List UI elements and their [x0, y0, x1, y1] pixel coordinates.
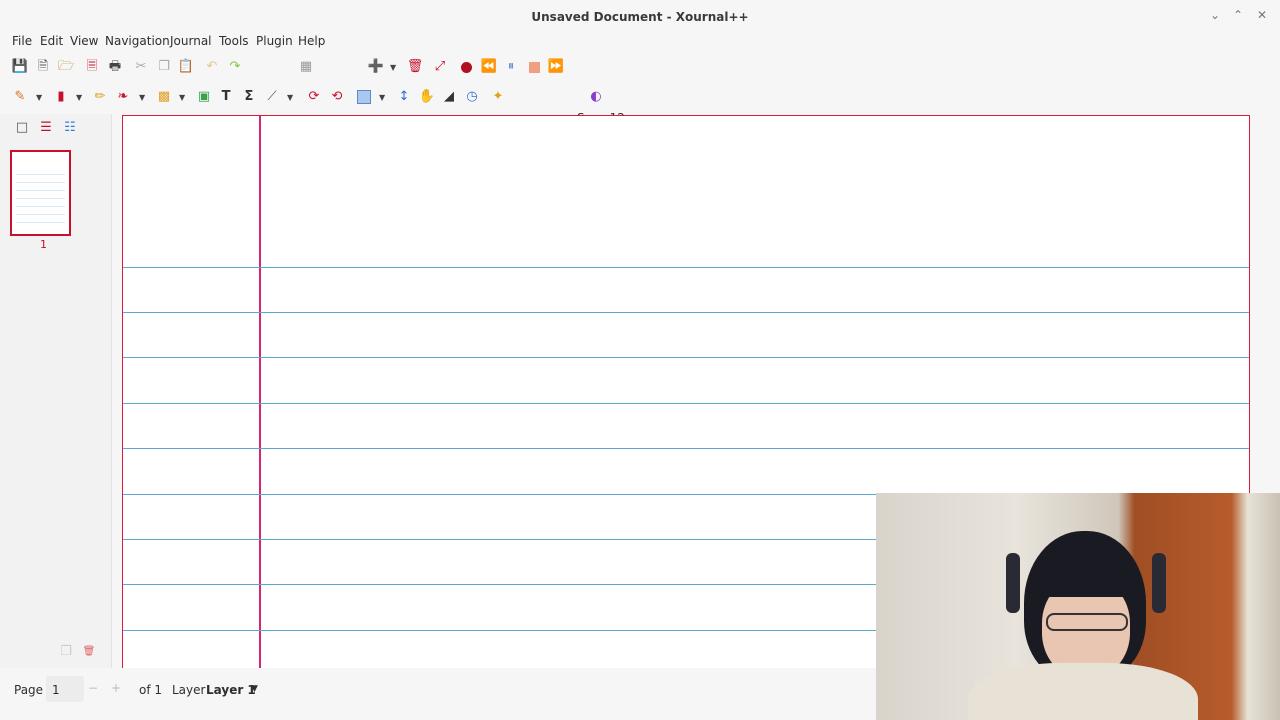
image-icon[interactable]: ▣	[196, 89, 212, 105]
layers-icon[interactable]: ☰	[38, 120, 54, 136]
page-label: Page	[14, 683, 44, 697]
eraser-icon[interactable]: ▮	[53, 89, 69, 105]
webcam-overlay	[876, 493, 1280, 720]
print-icon[interactable]: 🖶	[107, 59, 123, 75]
menu-navigation[interactable]: Navigation	[105, 34, 170, 48]
latex-icon[interactable]: Σ	[241, 89, 257, 105]
pause-icon[interactable]: ⏸	[503, 59, 519, 75]
stop-icon[interactable]	[526, 59, 542, 75]
menu-file[interactable]: File	[12, 34, 32, 48]
ruled-line	[123, 403, 1249, 404]
export-pdf-icon[interactable]: 🗏	[84, 59, 100, 75]
color-picker-icon[interactable]: ◐	[588, 89, 604, 105]
menu-tools[interactable]: Tools	[219, 34, 249, 48]
tools-toolbar: ✎ ▼ ▮ ▼ ✏ ❧ ▼ ▩ ▼ ▣ T Σ ⟋ ▼ ⟳ ⟲ ▼ ↕ ✋ ◢ …	[0, 82, 1280, 186]
ruled-line	[123, 312, 1249, 313]
add-page-dropdown-icon[interactable]: ▼	[390, 64, 398, 72]
menu-edit[interactable]: Edit	[40, 34, 63, 48]
shape-dropdown-icon[interactable]: ▼	[139, 94, 147, 102]
main-toolbar: 💾 🗎 🗁 🗏 🖶 ✂ ❐ 📋 ↶ ↷ ▦ ➕ ▼ 🗑 ⤢ ⏪ ⏸ ⏩ Sans…	[0, 52, 1280, 125]
rewind-icon[interactable]: ⏪	[481, 59, 497, 75]
ruled-line	[123, 357, 1249, 358]
page-copy-icon[interactable]: ❐	[58, 644, 74, 660]
page-count: of 1	[139, 683, 163, 697]
menu-view[interactable]: View	[70, 34, 98, 48]
vertical-space-icon[interactable]: ↕	[396, 89, 412, 105]
page-preview-icon[interactable]: □	[14, 120, 30, 136]
highlighter-icon[interactable]: ✏	[92, 89, 108, 105]
window-title: Unsaved Document - Xournal++	[531, 10, 749, 24]
page-delete-icon[interactable]: 🗑	[81, 644, 97, 660]
eraser-dropdown-icon[interactable]: ▼	[76, 94, 84, 102]
page-decrement-icon[interactable]: −	[88, 681, 98, 695]
delete-page-icon[interactable]: 🗑	[407, 59, 424, 75]
pen-icon[interactable]: ✎	[12, 89, 28, 105]
title-bar: Unsaved Document - Xournal++ ⌄ ⌃ ✕	[0, 0, 1280, 32]
hand-icon[interactable]: ✋	[419, 89, 435, 105]
glasses-icon	[1046, 613, 1128, 631]
person-shirt	[968, 663, 1198, 720]
shape-recognizer-icon[interactable]: ❧	[115, 89, 131, 105]
layer-label: Layer	[172, 683, 206, 697]
fullscreen-icon[interactable]: ⤢	[432, 59, 448, 75]
fit-page-icon[interactable]: ▦	[298, 59, 314, 75]
record-icon[interactable]	[458, 59, 474, 75]
rectangle-icon[interactable]	[356, 89, 372, 105]
fast-forward-icon[interactable]: ⏩	[548, 59, 564, 75]
setsquare-icon[interactable]: ◢	[441, 89, 457, 105]
redo-icon[interactable]: ↷	[227, 59, 243, 75]
maximize-icon[interactable]: ⌃	[1233, 8, 1243, 22]
page-number-value: 1	[52, 683, 60, 697]
cut-icon[interactable]: ✂	[133, 59, 149, 75]
ruler-dropdown-icon[interactable]: ▼	[287, 94, 295, 102]
save-icon[interactable]: 💾	[12, 59, 28, 75]
open-folder-icon[interactable]: 🗁	[58, 59, 74, 75]
pen-dropdown-icon[interactable]: ▼	[36, 94, 44, 102]
select-region-icon[interactable]: ▩	[156, 89, 172, 105]
select-dropdown-icon[interactable]: ▼	[179, 94, 187, 102]
layer-preview-icon[interactable]: ☷	[62, 120, 78, 136]
person-bangs	[1036, 563, 1136, 597]
rectangle-dropdown-icon[interactable]: ▼	[379, 94, 387, 102]
add-page-icon[interactable]: ➕	[368, 59, 384, 75]
undo-icon[interactable]: ↶	[204, 59, 220, 75]
close-icon[interactable]: ✕	[1257, 8, 1267, 22]
thumbnail-page-number: 1	[40, 238, 47, 251]
menu-help[interactable]: Help	[298, 34, 325, 48]
compass-icon[interactable]: ◷	[464, 89, 480, 105]
headphones-icon	[1006, 553, 1020, 613]
copy-icon[interactable]: ❐	[156, 59, 172, 75]
ruled-line	[123, 267, 1249, 268]
fill-icon[interactable]: ⟲	[329, 89, 345, 105]
minimize-icon[interactable]: ⌄	[1210, 8, 1220, 22]
text-tool-icon[interactable]: T	[218, 89, 234, 105]
menubar: File Edit View Navigation Journal Tools …	[0, 32, 1280, 52]
layer-dropdown-icon[interactable]: ▼	[251, 684, 258, 694]
new-document-icon[interactable]: 🗎	[35, 59, 51, 75]
layer-selector[interactable]: Layer 1	[206, 683, 256, 697]
page-increment-icon[interactable]: +	[111, 681, 121, 695]
rotate-icon[interactable]: ⟳	[306, 89, 322, 105]
default-tool-icon[interactable]: ✦	[490, 89, 506, 105]
menu-journal[interactable]: Journal	[170, 34, 212, 48]
margin-line	[259, 116, 261, 674]
menu-plugin[interactable]: Plugin	[256, 34, 293, 48]
ruler-tool-icon[interactable]: ⟋	[264, 89, 280, 105]
ruled-line	[123, 448, 1249, 449]
headphones-icon	[1152, 553, 1166, 613]
paste-icon[interactable]: 📋	[178, 59, 194, 75]
page-number-input[interactable]: 1	[46, 676, 84, 702]
page-thumbnail[interactable]	[10, 150, 71, 236]
